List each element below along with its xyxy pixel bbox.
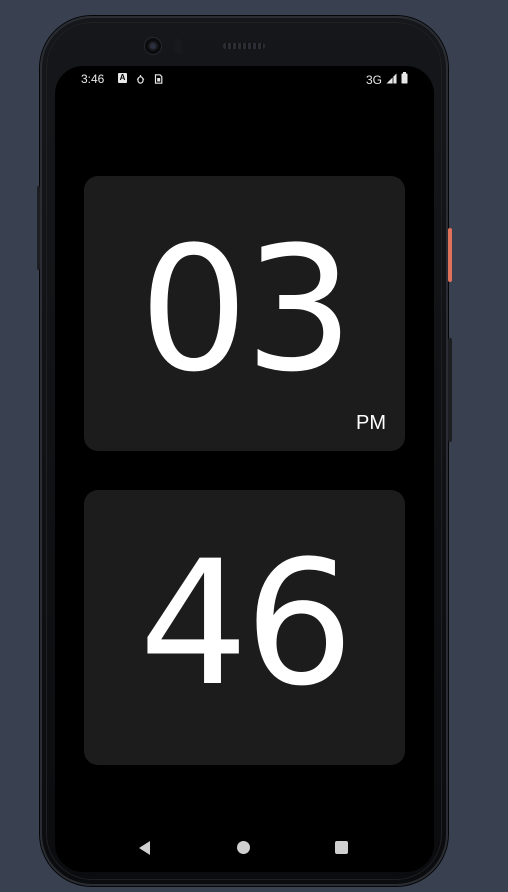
sim-icon — [154, 73, 163, 84]
phone-frame: 3:46 A 3G 03 PM 46 — [37, 16, 452, 886]
status-time: 3:46 — [81, 72, 105, 86]
status-bar: 3:46 A 3G — [55, 66, 434, 92]
notification-icons: A — [118, 73, 163, 84]
hours-digits: 03 — [139, 209, 354, 410]
signal-icon — [386, 73, 397, 87]
volume-button[interactable] — [448, 338, 452, 442]
proximity-sensor — [174, 38, 182, 54]
back-icon[interactable] — [139, 841, 150, 855]
home-icon[interactable] — [237, 841, 250, 854]
minutes-digits: 46 — [139, 523, 354, 724]
network-type-label: 3G — [365, 72, 382, 87]
hours-card: 03 PM — [84, 176, 405, 451]
minutes-card: 46 — [84, 490, 405, 765]
earpiece-speaker — [223, 43, 265, 49]
a-notification-icon: A — [118, 73, 127, 83]
front-camera — [145, 38, 161, 54]
navigation-bar — [55, 824, 434, 872]
phone-left-button — [37, 186, 40, 270]
battery-icon — [401, 72, 408, 87]
meridiem-label: PM — [356, 412, 386, 434]
bug-icon — [136, 73, 145, 84]
recents-icon[interactable] — [335, 841, 348, 854]
screen: 3:46 A 3G 03 PM 46 — [55, 66, 434, 872]
power-button[interactable] — [448, 228, 452, 282]
system-status-icons: 3G — [366, 72, 408, 87]
